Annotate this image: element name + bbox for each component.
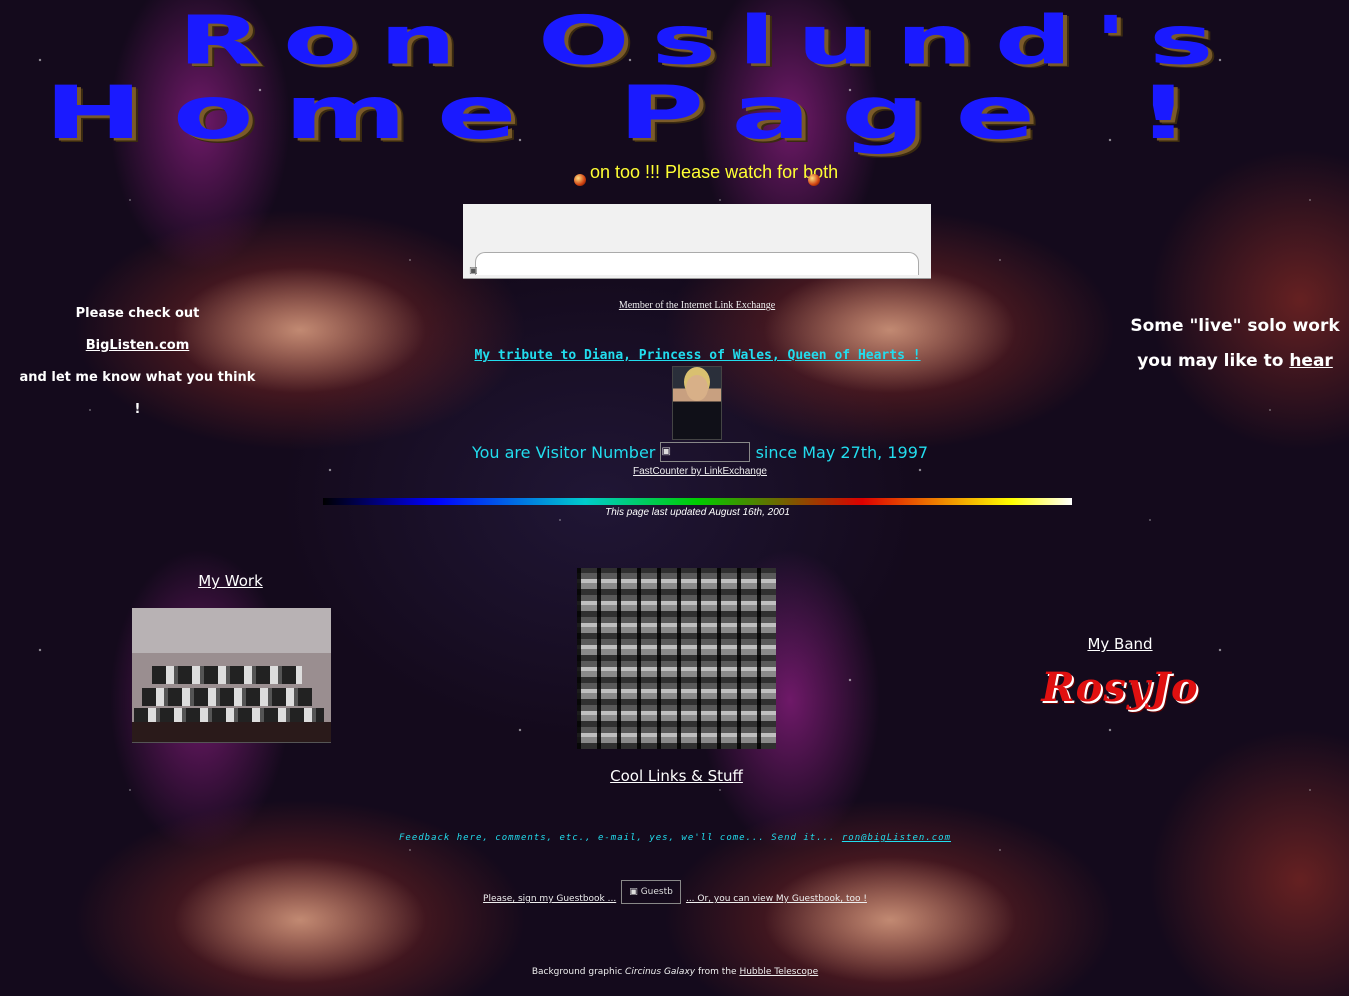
computer-row — [152, 666, 302, 684]
email-link[interactable]: ron@bigListen.com — [842, 833, 951, 843]
diana-tribute-link[interactable]: My tribute to Diana, Princess of Wales, … — [440, 348, 955, 363]
broken-image-icon: ▣ — [661, 445, 671, 457]
banner-ad-frame — [475, 252, 919, 275]
visitor-suffix: since May 27th, 1997 — [755, 443, 929, 462]
rosyjo-logo[interactable]: RosyJo — [1020, 664, 1220, 711]
right-promo: Some "live" solo work you may like to he… — [1125, 309, 1345, 379]
computer-row — [142, 688, 312, 706]
cool-links-image[interactable] — [577, 568, 776, 749]
rainbow-divider — [323, 498, 1072, 505]
guestbook-button-label: Guestb — [640, 887, 673, 897]
broken-image-icon: ▣ — [469, 266, 478, 276]
hubble-link[interactable]: Hubble Telescope — [739, 967, 818, 977]
background-credit: Background graphic Circinus Galaxy from … — [420, 967, 930, 977]
promo-line3: and let me know what you think ! — [19, 370, 256, 417]
contact-text: Feedback here, comments, etc., e-mail, y… — [399, 833, 842, 843]
last-updated-text: This page last updated August 16th, 2001 — [605, 507, 790, 518]
banner-ad[interactable]: ▣ — [463, 204, 931, 279]
visitor-prefix: You are Visitor Number — [471, 443, 656, 462]
credit-prefix: Background graphic — [531, 967, 623, 977]
left-promo: Please check out BigListen.com and let m… — [15, 298, 260, 426]
fastcounter-link[interactable]: FastCounter by LinkExchange — [470, 466, 930, 477]
page-title-line2: Home Page ! — [44, 70, 1221, 156]
my-work-link[interactable]: My Work — [130, 572, 331, 590]
credit-middle: from the — [697, 967, 737, 977]
lab-wall — [132, 608, 331, 653]
cool-links-link[interactable]: Cool Links & Stuff — [577, 767, 776, 785]
guestbook-line: Please, sign my Guestbook ... ▣ Guestb .… — [420, 880, 930, 904]
diana-photo[interactable] — [672, 366, 722, 440]
link-exchange-member-link[interactable]: Member of the Internet Link Exchange — [463, 300, 931, 311]
page-title-line1: Ron Oslund's — [178, 2, 1236, 80]
sign-guestbook-link[interactable]: Please, sign my Guestbook ... — [483, 894, 616, 904]
contact-line: Feedback here, comments, etc., e-mail, y… — [300, 833, 1050, 843]
visitor-counter-image[interactable]: ▣ — [660, 441, 751, 462]
solo-work-line2: you may like to — [1137, 351, 1284, 371]
my-work-image[interactable] — [132, 608, 331, 743]
promo-line1: Please check out — [75, 306, 200, 321]
orb-right-icon — [808, 174, 820, 186]
view-guestbook-link[interactable]: ... Or, you can view My Guestbook, too ! — [686, 894, 867, 904]
broken-image-icon: ▣ — [629, 887, 638, 897]
solo-work-line1: Some "live" solo work — [1130, 316, 1340, 336]
lab-floor — [132, 722, 331, 742]
hear-link[interactable]: hear — [1289, 351, 1333, 371]
my-band-link[interactable]: My Band — [1020, 635, 1220, 653]
biglisten-link[interactable]: BigListen.com — [86, 338, 190, 353]
credit-image-name: Circinus Galaxy — [625, 967, 696, 977]
diana-face-image — [686, 375, 708, 401]
guestbook-button[interactable]: ▣ Guestb — [621, 880, 682, 904]
visitor-counter-line: You are Visitor Number ▣ since May 27th,… — [470, 441, 930, 464]
marquee-text: on too !!! Please watch for both — [590, 162, 839, 182]
